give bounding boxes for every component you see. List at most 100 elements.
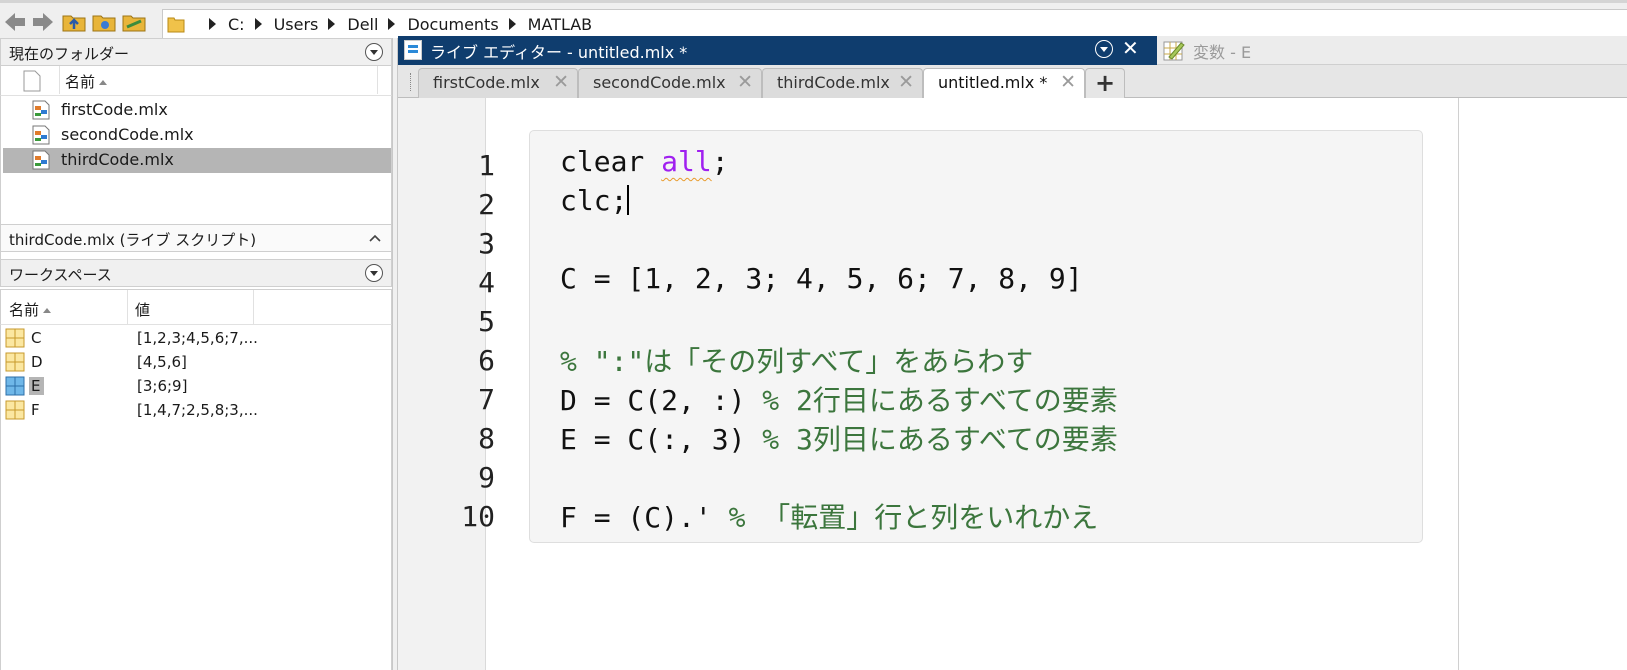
- code-text: clc;: [560, 184, 628, 217]
- comment-text: 「転置」行と列をいれかえ: [762, 501, 1099, 534]
- workspace-var-e[interactable]: E [3;6;9]: [3, 375, 391, 399]
- variable-editor-icon: [1163, 41, 1185, 61]
- column-name-label: 名前: [65, 73, 96, 91]
- var-value: [3;6;9]: [137, 377, 188, 395]
- current-folder-column-header: 名前: [0, 66, 392, 96]
- var-name: F: [31, 401, 40, 419]
- comment-text: は「その列すべて」をあらわす: [644, 345, 1034, 378]
- path-box[interactable]: C: Users Dell Documents MATLAB: [162, 9, 1627, 39]
- current-folder-header: 現在のフォルダー: [0, 38, 392, 66]
- var-value: [4,5,6]: [137, 353, 187, 371]
- crumb-separator-icon: [328, 18, 336, 30]
- crumb-documents[interactable]: Documents: [407, 15, 498, 34]
- tab-label: secondCode.mlx: [593, 73, 726, 92]
- breadcrumb: C: Users Dell Documents MATLAB: [167, 14, 592, 34]
- details-text: thirdCode.mlx (ライブ スクリプト): [9, 231, 257, 249]
- file-name: secondCode.mlx: [61, 125, 194, 144]
- crumb-separator-icon: [254, 18, 262, 30]
- code-line-10[interactable]: F = (C).' % 「転置」行と列をいれかえ: [560, 496, 1098, 536]
- workspace-name-header[interactable]: 名前: [9, 299, 52, 320]
- current-folder-title: 現在のフォルダー: [9, 45, 130, 63]
- code-line-6[interactable]: % ":"は「その列すべて」をあらわす: [560, 340, 1033, 380]
- workspace-name-label: 名前: [9, 301, 40, 319]
- line-number: 1: [478, 149, 495, 182]
- file-type-icon: [23, 70, 41, 92]
- crumb-matlab[interactable]: MATLAB: [528, 15, 592, 34]
- code-block[interactable]: 1 clear all; 2 clc; 3 4 C = [1, 2, 3; 4,…: [461, 130, 1423, 543]
- live-editor-icon: [404, 40, 422, 60]
- comment-text: 行目にあるすべての要素: [812, 384, 1118, 417]
- back-arrow-icon[interactable]: [2, 9, 28, 35]
- comment-token: % 3: [762, 423, 813, 456]
- comment-token: %: [728, 501, 763, 534]
- comment-text: 列目にあるすべての要素: [812, 423, 1118, 456]
- workspace-header: ワークスペース: [0, 259, 392, 287]
- live-script-file-icon: [32, 150, 50, 170]
- crumb-separator-icon: [209, 18, 216, 30]
- code-line-2[interactable]: clc;: [560, 184, 630, 217]
- tab-close-icon[interactable]: ✕: [737, 71, 753, 93]
- line-number: 3: [478, 227, 495, 260]
- code-text: ;: [711, 145, 729, 178]
- file-row-firstcode[interactable]: firstCode.mlx: [3, 98, 391, 123]
- workspace-value-header[interactable]: 値: [135, 299, 150, 320]
- folder-up-icon[interactable]: [61, 9, 87, 35]
- live-editor-title: ライブ エディター - untitled.mlx *: [430, 43, 688, 62]
- variables-editor-tab[interactable]: 変数 - E: [1157, 36, 1627, 65]
- close-editor-icon[interactable]: ✕: [1122, 36, 1139, 60]
- crumb-separator-icon: [388, 18, 396, 30]
- keyword-token: all: [661, 145, 712, 178]
- add-tab-button[interactable]: +: [1085, 68, 1125, 98]
- column-name-header[interactable]: 名前: [65, 71, 108, 92]
- text-cursor: [627, 185, 630, 215]
- code-text: D = C(2, :): [560, 384, 763, 417]
- tab-secondcode[interactable]: secondCode.mlx ✕: [578, 68, 762, 98]
- tab-untitled[interactable]: untitled.mlx * ✕: [923, 68, 1085, 99]
- matrix-variable-icon: [5, 376, 25, 396]
- editor-menu-icon[interactable]: [1095, 40, 1113, 58]
- crumb-separator-icon: [508, 18, 516, 30]
- code-line-1[interactable]: clear all;: [560, 145, 729, 178]
- variables-tab-label: 変数 - E: [1193, 43, 1252, 62]
- workspace-var-c[interactable]: C [1,2,3;4,5,6;7,...: [3, 327, 391, 351]
- tab-firstcode[interactable]: firstCode.mlx ✕: [418, 68, 578, 98]
- tab-close-icon[interactable]: ✕: [553, 71, 569, 93]
- tab-label: thirdCode.mlx: [777, 73, 890, 92]
- details-header[interactable]: thirdCode.mlx (ライブ スクリプト): [0, 224, 392, 252]
- var-name: D: [31, 353, 43, 371]
- crumb-dell[interactable]: Dell: [347, 15, 378, 34]
- file-row-thirdcode[interactable]: thirdCode.mlx: [3, 148, 391, 173]
- line-number: 2: [478, 188, 495, 221]
- search-folder-icon[interactable]: [121, 9, 147, 35]
- sort-up-icon: [43, 308, 52, 313]
- var-value: [1,2,3;4,5,6;7,...: [137, 329, 258, 347]
- tab-thirdcode[interactable]: thirdCode.mlx ✕: [762, 68, 923, 98]
- line-number: 5: [478, 305, 495, 338]
- editor-tab-strip: firstCode.mlx ✕ secondCode.mlx ✕ thirdCo…: [398, 65, 1627, 99]
- code-line-7[interactable]: D = C(2, :) % 2行目にあるすべての要素: [560, 379, 1118, 419]
- line-number: 6: [478, 344, 495, 377]
- right-margin-line: [1458, 98, 1459, 670]
- code-text: E = C(:, 3): [560, 423, 763, 456]
- forward-arrow-icon[interactable]: [30, 9, 56, 35]
- crumb-users[interactable]: Users: [274, 15, 319, 34]
- tab-close-icon[interactable]: ✕: [1060, 71, 1076, 93]
- workspace-menu-icon[interactable]: [365, 264, 383, 282]
- tab-close-icon[interactable]: ✕: [898, 71, 914, 93]
- code-line-8[interactable]: E = C(:, 3) % 3列目にあるすべての要素: [560, 418, 1118, 458]
- current-folder-menu-icon[interactable]: [365, 43, 383, 61]
- tab-grip-handle[interactable]: [410, 73, 413, 91]
- crumb-drive[interactable]: C:: [228, 15, 245, 34]
- line-number: 4: [478, 266, 495, 299]
- code-line-4[interactable]: C = [1, 2, 3; 4, 5, 6; 7, 8, 9]: [560, 262, 1083, 295]
- var-name: E: [29, 377, 45, 395]
- file-name: thirdCode.mlx: [61, 150, 174, 169]
- live-editor-body: 1 clear all; 2 clc; 3 4 C = [1, 2, 3; 4,…: [398, 98, 1627, 670]
- workspace-var-f[interactable]: F [1,4,7;2,5,8;3,...: [3, 399, 391, 423]
- browse-folder-icon[interactable]: [91, 9, 117, 35]
- line-number: 9: [478, 461, 495, 494]
- matrix-variable-icon: [5, 352, 25, 372]
- file-row-secondcode[interactable]: secondCode.mlx: [3, 123, 391, 148]
- workspace-var-d[interactable]: D [4,5,6]: [3, 351, 391, 375]
- chevron-up-icon[interactable]: [369, 233, 381, 243]
